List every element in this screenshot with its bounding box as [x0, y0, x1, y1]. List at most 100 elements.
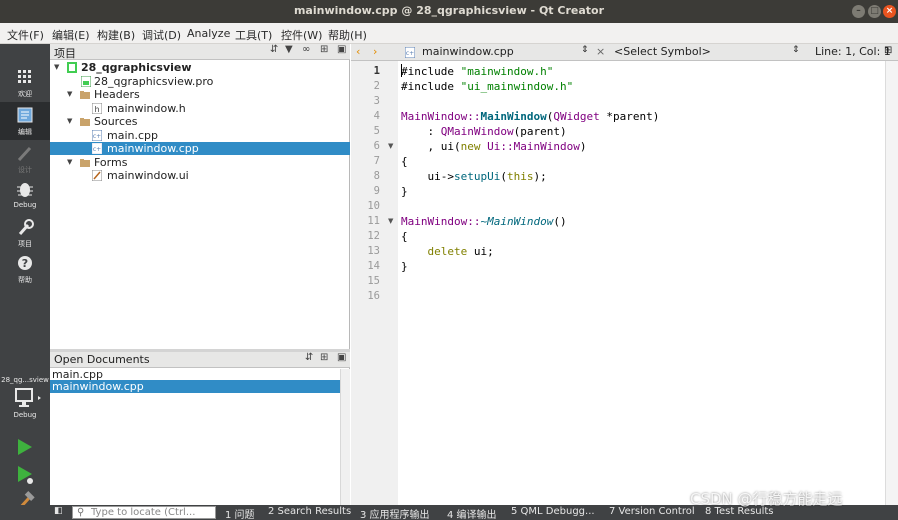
forward-arrow-icon[interactable]: › [373, 45, 377, 58]
menu-debug[interactable]: 调试(D) [142, 27, 181, 43]
close-pane-icon[interactable]: ▣ [337, 352, 346, 363]
code-line[interactable]: MainWindow::~MainWindow() [401, 214, 567, 229]
sort-arrows-icon[interactable]: ⇵ [270, 44, 278, 55]
fold-marker-icon[interactable]: ▼ [388, 139, 393, 154]
code-line[interactable]: } [401, 184, 408, 199]
projects-pane: 项目 ⇵ ▼ ∞ ⊞ ▣ ▼ 28_qgraphicsview 28_qgrap… [50, 44, 350, 349]
mode-bar: 欢迎 编辑 设计 Debug 项目 ? 帮助 28_qg...sview Deb… [0, 44, 50, 520]
back-arrow-icon[interactable]: ‹ [356, 45, 360, 58]
code-line[interactable]: #include "mainwindow.h" [401, 64, 553, 79]
toggle-sidebar-icon[interactable]: ◧ [54, 506, 63, 516]
mode-label: 编辑 [18, 128, 32, 136]
symbol-selector[interactable]: <Select Symbol> [614, 45, 711, 58]
chevron-down-icon[interactable]: ▼ [67, 156, 72, 169]
menu-edit[interactable]: 编辑(E) [52, 27, 90, 43]
pane-version-control[interactable]: 7 Version Control [609, 506, 695, 517]
code-line[interactable]: ui->setupUi(this); [401, 169, 546, 184]
tree-item-label: 28_qgraphicsview [81, 61, 192, 74]
projects-pane-header: 项目 ⇵ ▼ ∞ ⊞ ▣ [50, 44, 350, 60]
mode-projects[interactable]: 项目 [0, 214, 50, 252]
code-line[interactable]: : QMainWindow(parent) [401, 124, 566, 139]
debug-run-icon[interactable] [14, 465, 36, 485]
tree-item-project[interactable]: ▼ 28_qgraphicsview [50, 61, 350, 74]
code-line[interactable]: { [401, 154, 408, 169]
pro-file-icon [81, 76, 91, 87]
tree-item-label: Forms [94, 156, 128, 169]
kit-selector[interactable]: 28_qg...sview Debug [0, 374, 50, 424]
code-line[interactable]: } [401, 259, 408, 274]
mode-design[interactable]: 设计 [0, 140, 50, 178]
pane-search-results[interactable]: 2 Search Results [268, 506, 351, 517]
minimize-button[interactable]: – [852, 5, 865, 18]
tree-item-mainwindow-h[interactable]: h mainwindow.h [50, 102, 350, 115]
fold-marker-icon[interactable]: ▼ [388, 214, 393, 229]
menu-file[interactable]: 文件(F) [7, 27, 44, 43]
symbol-dropdown-icon[interactable]: ⇕ [792, 45, 800, 55]
kit-project-name: 28_qg...sview [1, 376, 49, 384]
current-file-name[interactable]: mainwindow.cpp [422, 45, 514, 58]
link-icon[interactable]: ∞ [302, 44, 310, 55]
code-line[interactable]: MainWindow::MainWindow(QWidget *parent) [401, 109, 659, 124]
tree-item-mainwindow-ui[interactable]: mainwindow.ui [50, 169, 350, 182]
tree-item-forms[interactable]: ▼ Forms [50, 156, 350, 169]
tree-item-mainwindow-cpp[interactable]: c+ mainwindow.cpp [50, 142, 350, 155]
menu-tools[interactable]: 工具(T) [235, 27, 272, 43]
tree-item-label: mainwindow.ui [107, 169, 189, 182]
split-editor-icon[interactable]: ⊞ [884, 45, 892, 56]
menu-help[interactable]: 帮助(H) [328, 27, 367, 43]
mode-welcome[interactable]: 欢迎 [0, 64, 50, 102]
split-icon[interactable]: ⊞ [320, 352, 328, 363]
pane-qml-debugger[interactable]: 5 QML Debugg... [511, 506, 595, 517]
tree-item-pro-file[interactable]: 28_qgraphicsview.pro [50, 75, 350, 88]
close-button[interactable]: × [883, 5, 896, 18]
mode-edit[interactable]: 编辑 [0, 102, 50, 140]
tree-item-label: mainwindow.h [107, 102, 186, 115]
code-line[interactable]: #include "ui_mainwindow.h" [401, 79, 573, 94]
cpp-file-icon: c+ [92, 143, 102, 154]
qt-project-icon [67, 62, 77, 73]
cpp-file-icon: c+ [92, 130, 102, 141]
locator-input[interactable]: ⚲ Type to locate (Ctrl... [72, 506, 216, 519]
chevron-down-icon[interactable]: ▼ [67, 88, 72, 101]
mode-debug[interactable]: Debug [0, 176, 50, 214]
cursor-position[interactable]: Line: 1, Col: 1 [815, 45, 891, 58]
line-number-gutter: 1 2 3 4 5 6 ▼ 7 8 9 10 11 ▼ 12 13 14 15 16 [351, 61, 398, 505]
code-line[interactable]: , ui(new Ui::MainWindow) [401, 139, 586, 154]
pane-compile-output[interactable]: 4 编译输出 [447, 506, 497, 520]
title-bar: mainwindow.cpp @ 28_qgraphicsview - Qt C… [0, 0, 898, 23]
pane-issues[interactable]: 1 问题 [225, 506, 255, 520]
code-line[interactable]: delete ui; [401, 244, 494, 259]
code-editor[interactable]: #include "mainwindow.h" #include "ui_main… [398, 61, 885, 505]
run-icon[interactable] [14, 438, 36, 456]
tree-item-main-cpp[interactable]: c+ main.cpp [50, 129, 350, 142]
tree-item-headers[interactable]: ▼ Headers [50, 88, 350, 101]
svg-text:?: ? [22, 257, 28, 270]
chevron-down-icon[interactable]: ▼ [67, 115, 72, 128]
pane-application-output[interactable]: 3 应用程序输出 [360, 506, 430, 520]
code-line[interactable]: { [401, 229, 408, 244]
editor-scrollbar[interactable] [885, 61, 898, 505]
menu-widgets[interactable]: 控件(W) [281, 27, 322, 43]
mode-help[interactable]: ? 帮助 [0, 250, 50, 288]
close-pane-icon[interactable]: ▣ [337, 44, 346, 55]
wrench-icon [18, 219, 34, 235]
close-document-icon[interactable]: × [596, 45, 605, 58]
menu-build[interactable]: 构建(B) [97, 27, 135, 43]
chevron-down-icon[interactable]: ▼ [54, 61, 59, 74]
line-number: 10 [367, 200, 380, 212]
mode-label: Debug [13, 201, 37, 209]
grid-icon [18, 70, 31, 83]
tree-item-sources[interactable]: ▼ Sources [50, 115, 350, 128]
filter-icon[interactable]: ▼ [285, 44, 293, 55]
split-icon[interactable]: ⊞ [320, 44, 328, 55]
open-documents-scrollbar[interactable] [340, 369, 350, 505]
window-title: mainwindow.cpp @ 28_qgraphicsview - Qt C… [293, 4, 605, 17]
maximize-button[interactable]: □ [868, 5, 881, 18]
text-caret [401, 64, 402, 77]
line-number: 2 [373, 80, 380, 92]
open-document-item[interactable]: mainwindow.cpp [50, 380, 340, 393]
sort-arrows-icon[interactable]: ⇵ [305, 352, 313, 363]
file-dropdown-icon[interactable]: ⇕ [581, 45, 589, 55]
menu-bar: 文件(F) 编辑(E) 构建(B) 调试(D) Analyze 工具(T) 控件… [0, 23, 898, 44]
menu-analyze[interactable]: Analyze [187, 27, 230, 40]
